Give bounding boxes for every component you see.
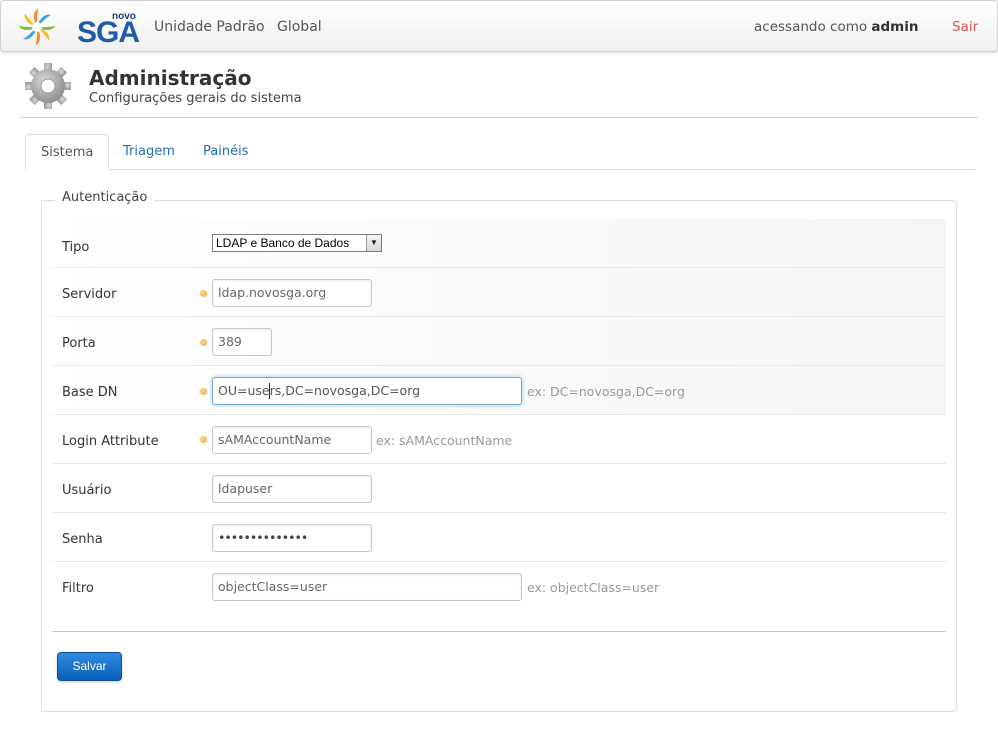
login-attribute-hint: ex: sAMAccountName xyxy=(376,433,513,448)
required-indicator-icon xyxy=(200,436,207,443)
chevron-down-icon[interactable]: ▼ xyxy=(366,235,381,251)
servidor-input[interactable]: ldap.novosga.org xyxy=(212,279,372,307)
porta-label: Porta xyxy=(62,336,96,351)
required-indicator-icon xyxy=(200,290,207,297)
header-divider xyxy=(20,117,978,118)
sga-logo[interactable]: novo SGA xyxy=(17,7,140,49)
login-attribute-input[interactable]: sAMAccountName xyxy=(212,426,372,454)
form-row-senha: Senha xyxy=(52,513,946,562)
filtro-hint: ex: objectClass=user xyxy=(527,580,660,595)
base-dn-hint: ex: DC=novosga,DC=org xyxy=(527,384,685,399)
tab-paineis[interactable]: Painéis xyxy=(188,134,263,170)
form-row-porta: Porta xyxy=(52,317,946,366)
top-navbar: novo SGA Unidade Padrão Global acessando… xyxy=(0,0,998,52)
login-attribute-label: Login Attribute xyxy=(62,434,159,449)
filtro-input[interactable]: objectClass=user xyxy=(212,573,522,601)
pinwheel-logo-icon xyxy=(18,8,56,46)
senha-input[interactable]: •••••••••••••• xyxy=(212,524,372,552)
gear-icon xyxy=(25,63,71,109)
tab-sistema[interactable]: Sistema xyxy=(25,134,110,170)
senha-label: Senha xyxy=(62,532,103,547)
tipo-select[interactable]: LDAP e Banco de Dados ▼ xyxy=(212,234,382,252)
nav-global[interactable]: Global xyxy=(277,19,322,35)
form-row-usuario: Usuário xyxy=(52,464,946,513)
tab-triagem[interactable]: Triagem xyxy=(108,134,190,170)
page-subtitle: Configurações gerais do sistema xyxy=(89,91,302,106)
usuario-input[interactable]: ldapuser xyxy=(212,475,372,503)
nav-unidade-padrao[interactable]: Unidade Padrão xyxy=(154,19,265,35)
page-title: Administração xyxy=(89,66,252,90)
tipo-select-value: LDAP e Banco de Dados xyxy=(216,236,350,250)
fieldset-legend: Autenticação xyxy=(55,190,155,205)
filtro-label: Filtro xyxy=(62,581,94,596)
current-user-info: acessando como admin xyxy=(754,19,919,35)
text-cursor xyxy=(269,383,270,399)
user-prefix: acessando como xyxy=(754,19,872,35)
servidor-label: Servidor xyxy=(62,287,117,302)
logout-link[interactable]: Sair xyxy=(952,19,978,35)
save-button[interactable]: Salvar xyxy=(57,652,122,681)
tipo-label: Tipo xyxy=(62,240,90,255)
base-dn-input[interactable]: OU=users,DC=novosga,DC=org xyxy=(212,377,522,405)
username: admin xyxy=(871,19,919,35)
porta-input[interactable]: 389 xyxy=(212,328,272,356)
required-indicator-icon xyxy=(200,388,207,395)
form-row-tipo: Tipo xyxy=(52,219,946,268)
form-row-servidor: Servidor xyxy=(52,268,946,317)
usuario-label: Usuário xyxy=(62,483,112,498)
required-indicator-icon xyxy=(200,339,207,346)
base-dn-label: Base DN xyxy=(62,385,118,400)
form-actions-divider xyxy=(52,631,946,632)
logo-sga-text: SGA xyxy=(77,16,140,49)
